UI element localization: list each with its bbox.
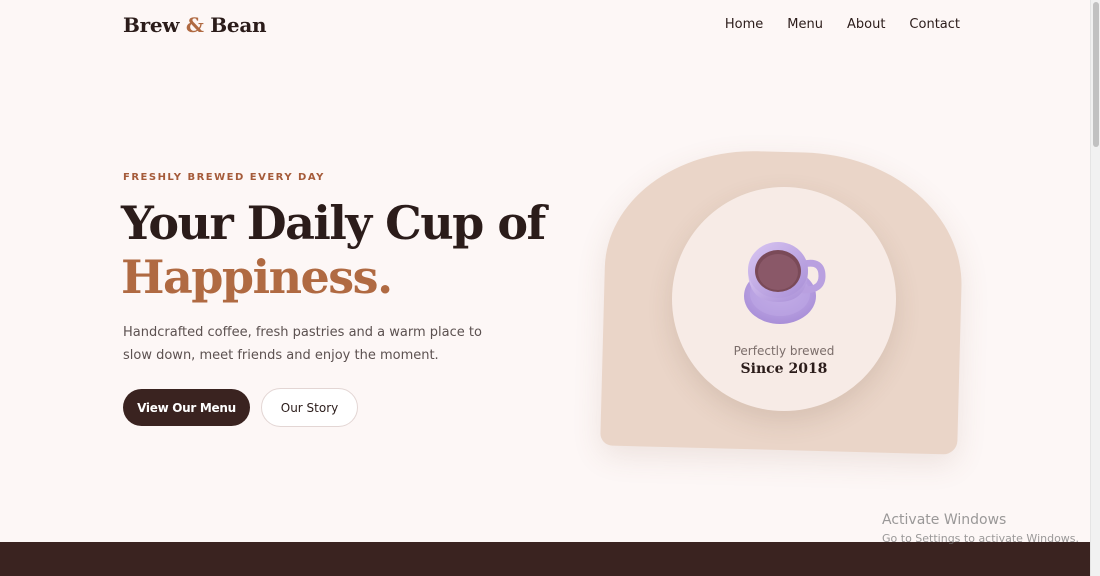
main-nav: Home Menu About Contact — [725, 17, 960, 32]
nav-link-contact[interactable]: Contact — [909, 17, 960, 32]
brand-name-part2: Bean — [210, 13, 267, 37]
nav-link-menu[interactable]: Menu — [787, 17, 823, 32]
page-scrollbar[interactable] — [1090, 0, 1100, 576]
nav-link-about[interactable]: About — [847, 17, 885, 32]
watermark-title: Activate Windows — [882, 512, 1007, 528]
hero-headline-line1: Your Daily Cup of — [121, 196, 546, 250]
windows-activation-watermark: Activate Windows Go to Settings to activ… — [882, 512, 1079, 545]
coffee-cup-icon — [744, 242, 826, 324]
footer-band — [0, 542, 1090, 576]
nav-link-home[interactable]: Home — [725, 17, 763, 32]
our-story-button[interactable]: Our Story — [261, 388, 358, 427]
brand-ampersand: & — [185, 13, 204, 37]
hero-eyebrow: FRESHLY BREWED EVERY DAY — [123, 172, 325, 183]
feature-since: Since 2018 — [740, 361, 828, 377]
scrollbar-thumb[interactable] — [1093, 2, 1099, 147]
feature-caption: Perfectly brewed — [733, 344, 835, 358]
hero-description: Handcrafted coffee, fresh pastries and a… — [123, 325, 482, 363]
hero-headline: Your Daily Cup of Happiness. — [121, 196, 546, 304]
watermark-subtitle: Go to Settings to activate Windows. — [882, 532, 1080, 545]
brand-name-part1: Brew — [123, 13, 180, 37]
landing-page: Brew & Bean Home Menu About Contact FRES… — [0, 0, 1090, 576]
view-menu-button[interactable]: View Our Menu — [123, 389, 250, 426]
brand-logo[interactable]: Brew & Bean — [123, 13, 267, 37]
hero-headline-line2: Happiness. — [121, 250, 393, 304]
